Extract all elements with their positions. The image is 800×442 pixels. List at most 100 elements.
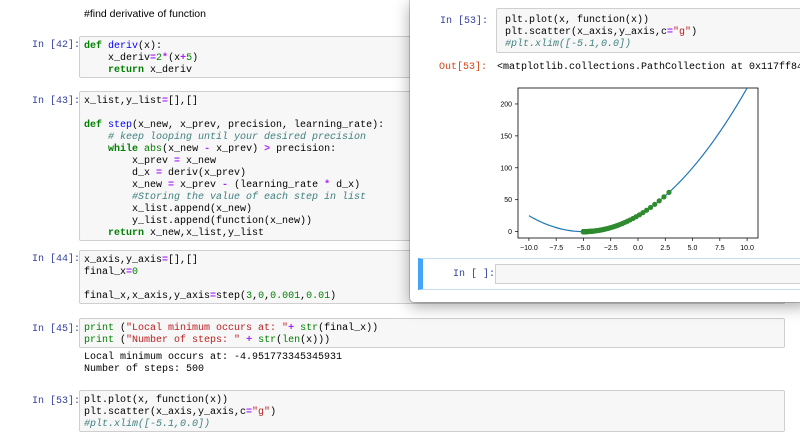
code-line: final_x=0 xyxy=(84,267,336,279)
code-token: "g" xyxy=(673,27,692,38)
code-token: precision: xyxy=(270,144,337,155)
code-token: d_x xyxy=(84,168,157,179)
code-token: "Number of steps: " xyxy=(126,335,241,346)
code-token: plt.plot(x, function(x)) xyxy=(505,15,650,26)
code-token: x_list.append(x_new) xyxy=(84,204,253,215)
code-token: y_list.append(function(x_new)) xyxy=(84,216,313,227)
code-token: str xyxy=(300,323,319,334)
code-text: plt.plot(x, function(x)) plt.scatter(x_ax… xyxy=(505,15,697,51)
code-token: ) xyxy=(330,291,337,302)
x-tick-label: −7.5 xyxy=(549,245,563,252)
code-token: #Storing the value of each step in list xyxy=(84,192,367,203)
code-token: #plt.xlim([-5.1,0.0]) xyxy=(505,39,632,50)
code-line: plt.scatter(x_axis,y_axis,c="g") xyxy=(505,27,697,39)
x-tick-label: −10.0 xyxy=(520,245,538,252)
code-line: final_x,x_axis,y_axis=step(3,0,0.001,0.0… xyxy=(84,291,336,303)
x-tick-label: −2.5 xyxy=(604,245,618,252)
scatter-point xyxy=(666,189,672,195)
code-token: (learning_rate xyxy=(228,180,325,191)
scatter-point xyxy=(661,194,667,200)
code-line: x_axis,y_axis=[],[] xyxy=(84,255,336,267)
code-text: x_list,y_list=[],[]def step(x_new, x_pre… xyxy=(84,96,384,240)
y-tick-label: 200 xyxy=(500,101,512,108)
code-token: x_deriv xyxy=(84,53,151,64)
code-token: def xyxy=(84,41,109,52)
code-token: (x xyxy=(168,53,181,64)
active-empty-cell[interactable]: In [ ]: xyxy=(418,258,800,290)
code-token: x_prev xyxy=(84,156,175,167)
code-token: return xyxy=(108,228,145,239)
code-token: x_new xyxy=(84,180,169,191)
code-token: ) xyxy=(270,407,277,418)
x-tick-label: 10.0 xyxy=(740,245,754,252)
code-token: [],[] xyxy=(168,96,199,107)
code-line: x_new = x_prev - (learning_rate * d_x) xyxy=(84,180,384,192)
code-token: x_prev) xyxy=(210,144,265,155)
code-line: x_list,y_list=[],[] xyxy=(84,96,384,108)
code-token: step xyxy=(108,120,133,131)
code-token: # keep looping until your desired precis… xyxy=(84,132,367,143)
matplotlib-chart: −10.0 −7.5 −5.0 −2.5 0.0 2.5 5.0 7.5 10.0 0 50 100 1… xyxy=(500,87,759,252)
code-token: len xyxy=(282,335,301,346)
output-text: <matplotlib.collections.PathCollection a… xyxy=(497,62,800,73)
code-line: plt.plot(x, function(x)) xyxy=(505,15,697,27)
code-token: step( xyxy=(216,291,247,302)
code-text: def deriv(x): x_deriv=2*(x+5) return x_d… xyxy=(84,41,198,77)
code-token: print xyxy=(84,323,115,334)
y-tick-label: 100 xyxy=(500,165,512,172)
code-token: x_new xyxy=(180,156,217,167)
code-line: #plt.xlim([-5.1,0.0]) xyxy=(505,39,697,51)
code-token: abs xyxy=(144,144,163,155)
code-token: (x): xyxy=(138,41,163,52)
code-token: #plt.xlim([-5.1,0.0]) xyxy=(84,419,211,430)
markdown-heading: #find derivative of function xyxy=(84,8,206,20)
input-prompt: In [53]: xyxy=(32,396,81,407)
output-line: Number of steps: 500 xyxy=(84,364,205,375)
output-line: Local minimum occurs at: -4.951773345345… xyxy=(84,352,343,363)
code-input-area[interactable]: print ("Local minimum occurs at: "+ str(… xyxy=(79,318,785,348)
x-tick-label: 7.5 xyxy=(715,245,725,252)
code-token: [],[] xyxy=(168,255,199,266)
code-token: (x))) xyxy=(300,335,331,346)
code-input-area[interactable]: plt.plot(x, function(x)) plt.scatter(x_ax… xyxy=(79,390,785,432)
empty-input-prompt: In [ ]: xyxy=(453,269,496,280)
code-token: d_x) xyxy=(330,180,361,191)
code-token: ) xyxy=(192,53,199,64)
code-token: plt.scatter(x_axis,y_axis,c xyxy=(505,27,668,38)
code-text: x_axis,y_axis=[],[] final_x=0 final_x,x_ax… xyxy=(84,255,336,303)
code-line: def deriv(x): xyxy=(84,41,198,53)
code-line: #Storing the value of each step in list xyxy=(84,192,384,204)
code-line: plt.plot(x, function(x)) xyxy=(84,395,276,407)
y-tick-label: 150 xyxy=(500,133,512,140)
scatter-point xyxy=(652,201,658,207)
code-token: ( xyxy=(114,323,127,334)
code-token: x_new,x_list,y_list xyxy=(144,228,265,239)
code-line: print ("Number of steps: " + str(len(x))… xyxy=(84,335,378,347)
code-text: print ("Local minimum occurs at: "+ str(… xyxy=(84,323,378,347)
code-token: ) xyxy=(691,27,698,38)
code-token: x_deriv xyxy=(144,65,193,76)
code-input-area[interactable]: plt.plot(x, function(x)) plt.scatter(x_ax… xyxy=(496,8,800,53)
floating-notebook-window[interactable]: In [53]: plt.plot(x, function(x)) plt.sca… xyxy=(410,0,800,302)
x-tick-label: 5.0 xyxy=(688,245,698,252)
code-token: 0.01 xyxy=(306,291,331,302)
y-tick-label: 50 xyxy=(504,197,512,204)
code-line: y_list.append(function(x_new)) xyxy=(84,216,384,228)
code-token: while xyxy=(108,144,139,155)
scatter-point xyxy=(656,198,662,204)
empty-code-input[interactable] xyxy=(495,264,800,284)
code-line: print ("Local minimum occurs at: "+ str(… xyxy=(84,323,378,335)
code-token: deriv xyxy=(108,41,139,52)
code-line: def step(x_new, x_prev, precision, learn… xyxy=(84,120,384,132)
code-token: "g" xyxy=(252,407,271,418)
input-prompt: In [42]: xyxy=(32,40,81,51)
code-token: x_prev xyxy=(174,180,223,191)
code-line: x_list.append(x_new) xyxy=(84,204,384,216)
code-token: (x_new, x_prev, precision, learning_rate… xyxy=(132,120,385,131)
output-prompt: Out[53]: xyxy=(439,62,488,73)
code-line: d_x = deriv(x_prev) xyxy=(84,168,384,180)
input-prompt: In [44]: xyxy=(32,254,81,265)
input-prompt: In [53]: xyxy=(440,16,489,27)
x-tick-label: −5.0 xyxy=(577,245,591,252)
